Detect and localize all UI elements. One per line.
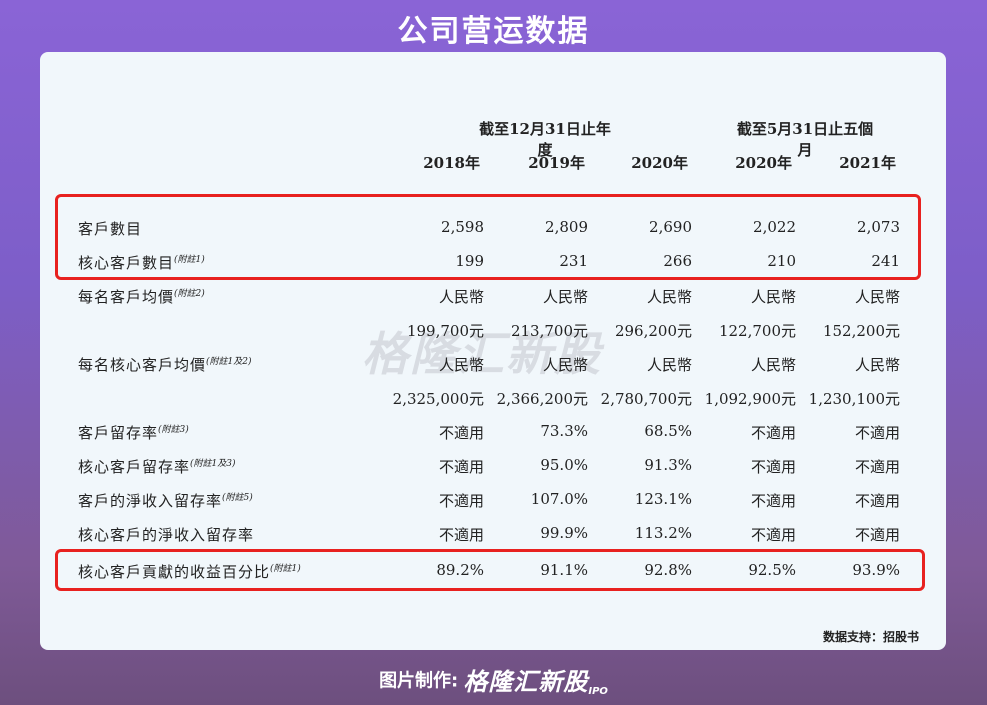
table-cell: 不適用 [750,424,796,442]
footer-ipo-mark: IPO [588,686,608,697]
table-cell: 人民幣 [646,356,692,374]
page-title: 公司营运数据 [397,14,590,49]
table-cell: 296,200元 [614,322,692,340]
row-label-text: 客戶留存率 [78,424,159,442]
highlight-box-customers [55,194,921,280]
footnote-ref: (附註3) [158,425,189,435]
table-cell: 不適用 [750,492,796,510]
table-cell: 152,200元 [822,322,900,340]
table-cell: 人民幣 [854,288,900,306]
row-label: 每名核心客戶均價(附註1及2) [78,354,252,375]
table-cell: 2,325,000元 [392,390,484,408]
table-cell: 人民幣 [542,356,588,374]
table-cell: 1,230,100元 [808,390,900,408]
footnote-ref: (附註5) [222,493,253,503]
table-cell: 122,700元 [718,322,796,340]
table-cell: 99.9% [540,524,588,542]
table-cell: 107.0% [530,490,588,508]
table-cell: 不適用 [854,526,900,544]
table-cell: 不適用 [438,526,484,544]
year-header-2019: 2019年 [528,154,585,172]
table-cell: 不適用 [438,458,484,476]
table-cell: 人民幣 [646,288,692,306]
footer-label: 图片制作: [379,670,459,692]
table-cell: 1,092,900元 [704,390,796,408]
table-cell: 人民幣 [542,288,588,306]
row-label-text: 每名核心客戶均價 [78,356,207,374]
table-cell: 人民幣 [854,356,900,374]
footnote-ref: (附註2) [174,289,205,299]
table-cell: 不適用 [854,458,900,476]
row-label: 客戶的淨收入留存率(附註5) [78,490,253,511]
table-cell: 95.0% [540,456,588,474]
table-cell: 113.2% [634,524,692,542]
table-cell: 2,780,700元 [600,390,692,408]
table-cell: 不適用 [438,424,484,442]
source-note: 数据支持：招股书 [822,630,919,644]
footnote-ref: (附註1及3) [190,459,236,469]
table-cell: 人民幣 [438,288,484,306]
table-cell: 199,700元 [406,322,484,340]
year-header-2018: 2018年 [423,154,480,172]
table-cell: 不適用 [438,492,484,510]
highlight-box-revenue-share [55,549,925,591]
table-cell: 213,700元 [510,322,588,340]
row-label: 核心客戶的淨收入留存率 [78,524,254,545]
row-label: 核心客戶留存率(附註1及3) [78,456,236,477]
row-label-text: 核心客戶留存率 [78,458,191,476]
table-cell: 2,366,200元 [496,390,588,408]
footnote-ref: (附註1及2) [206,357,252,367]
table-cell: 人民幣 [750,356,796,374]
table-cell: 73.3% [540,422,588,440]
row-label-text: 每名客戶均價 [78,288,175,306]
table-cell: 人民幣 [750,288,796,306]
year-header-2021-5m: 2021年 [839,154,896,172]
row-label-text: 客戶的淨收入留存率 [78,492,223,510]
table-cell: 68.5% [644,422,692,440]
table-cell: 不適用 [854,424,900,442]
row-label-text: 核心客戶的淨收入留存率 [78,526,255,544]
footer-brand-logo: 格隆汇新股 [463,668,589,696]
year-header-2020: 2020年 [631,154,688,172]
table-cell: 123.1% [634,490,692,508]
year-header-2020-5m: 2020年 [735,154,792,172]
footer: 图片制作: 格隆汇新股IPO [0,662,987,697]
table-cell: 不適用 [750,458,796,476]
table-cell: 91.3% [644,456,692,474]
table-cell: 人民幣 [438,356,484,374]
table-cell: 不適用 [854,492,900,510]
row-label: 每名客戶均價(附註2) [78,286,205,307]
row-label: 客戶留存率(附註3) [78,422,189,443]
table-cell: 不適用 [750,526,796,544]
